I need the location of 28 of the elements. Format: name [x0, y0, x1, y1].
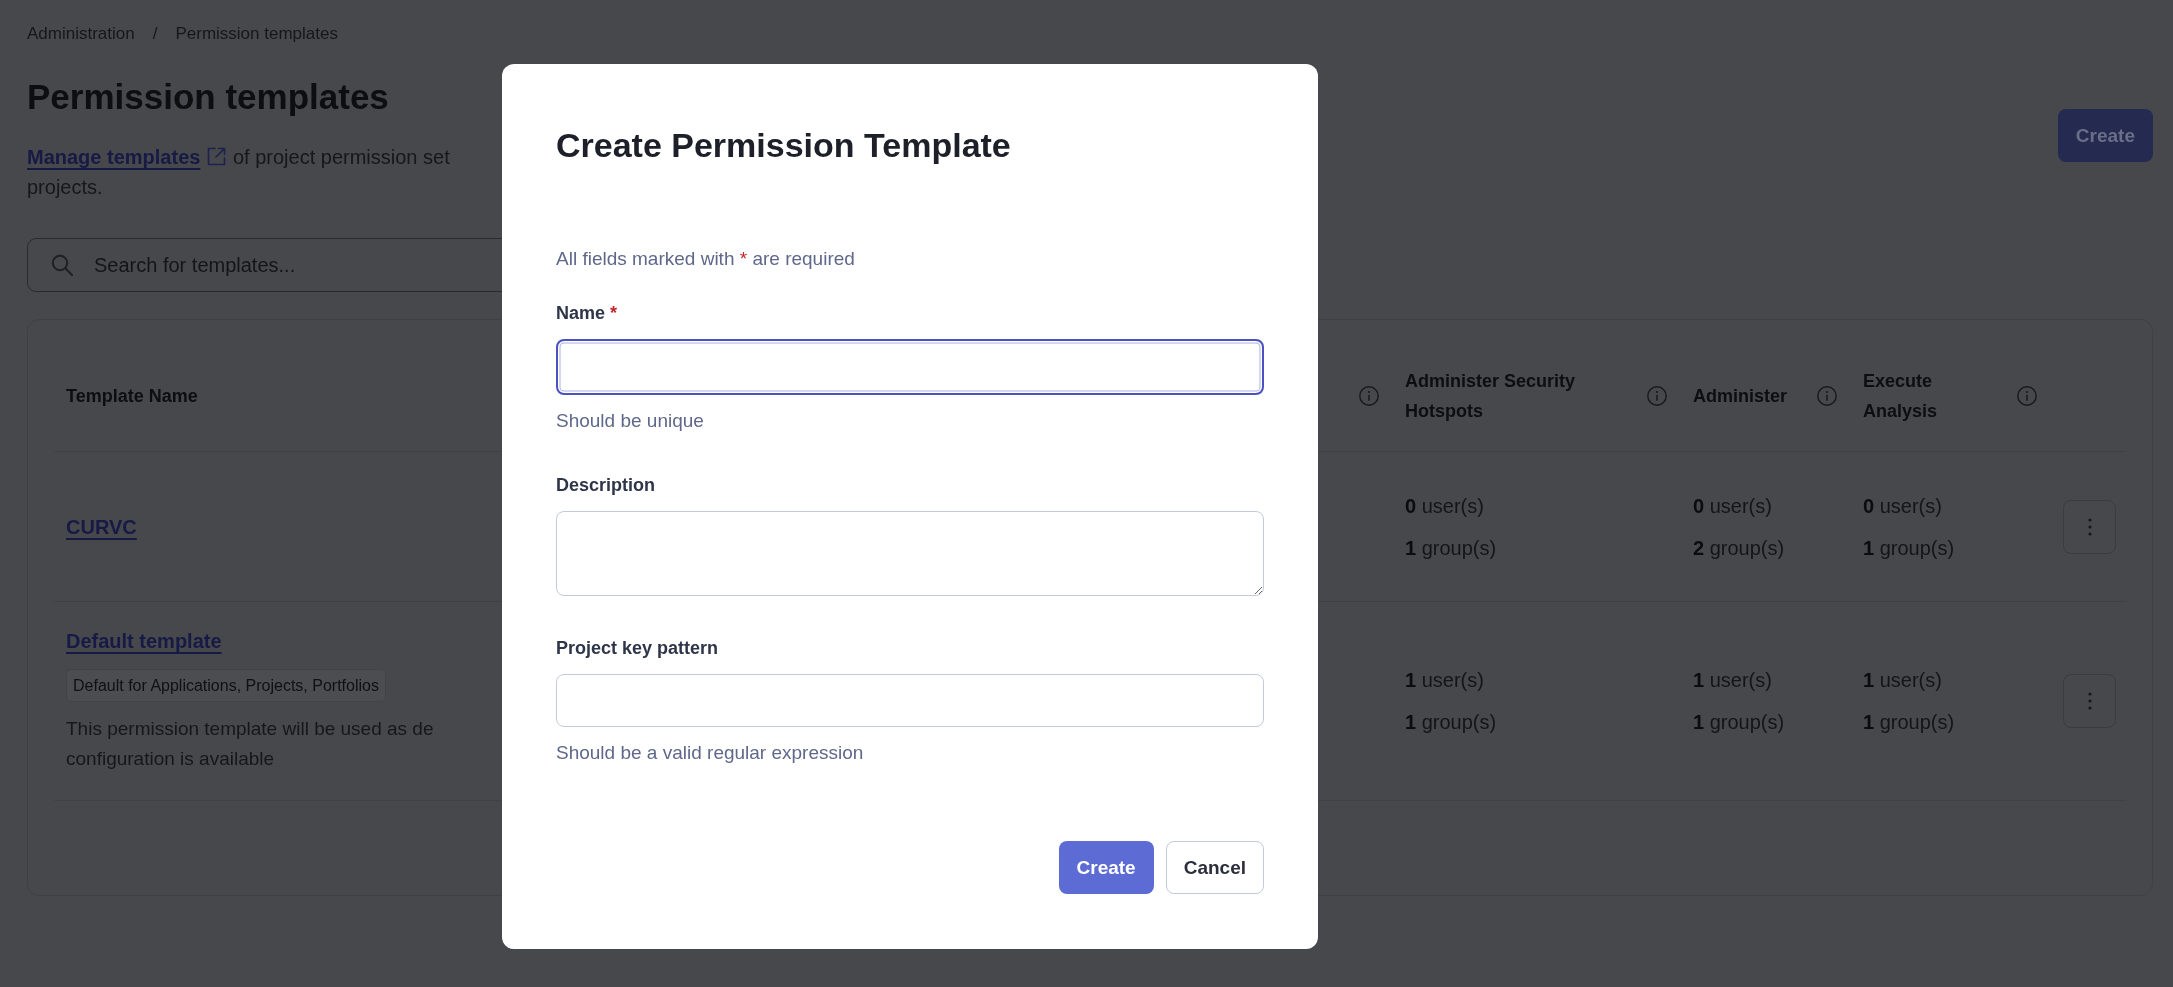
default-tag: Default for Applications, Projects, Portfolios [66, 669, 386, 702]
column-header: Administer [1693, 385, 1788, 408]
field-label: Name * [556, 302, 618, 325]
field-label: Description [556, 474, 656, 497]
external-link-icon [206, 146, 228, 167]
info-icon[interactable] [1359, 386, 1379, 406]
column-header: Template Name [66, 385, 198, 408]
column-header: Administer Security Hotspots [1405, 370, 1577, 423]
textarea-field[interactable] [556, 511, 1264, 596]
field-hint: Should be unique [556, 409, 704, 433]
breadcrumb-separator: / [152, 23, 158, 45]
field-label: Project key pattern [556, 637, 719, 660]
modal-title: Create Permission Template [556, 125, 1012, 166]
text-field[interactable] [556, 339, 1264, 395]
info-icon[interactable] [1647, 386, 1667, 406]
page-title: Permission templates [27, 76, 390, 118]
row-menu-button[interactable] [2063, 499, 2116, 554]
column-header: Execute Analysis [1863, 370, 1939, 423]
info-icon[interactable] [2017, 386, 2037, 406]
more-icon [2087, 517, 2092, 536]
more-icon [2087, 692, 2092, 710]
create-button[interactable]: Create [1058, 841, 1154, 894]
search-icon [51, 254, 73, 276]
row-menu-button[interactable] [2063, 674, 2116, 728]
cancel-button[interactable]: Cancel [1165, 841, 1264, 894]
create-button[interactable]: Create [2057, 109, 2153, 162]
info-icon[interactable] [1817, 386, 1837, 406]
field-hint: Should be a valid regular expression [556, 741, 864, 765]
